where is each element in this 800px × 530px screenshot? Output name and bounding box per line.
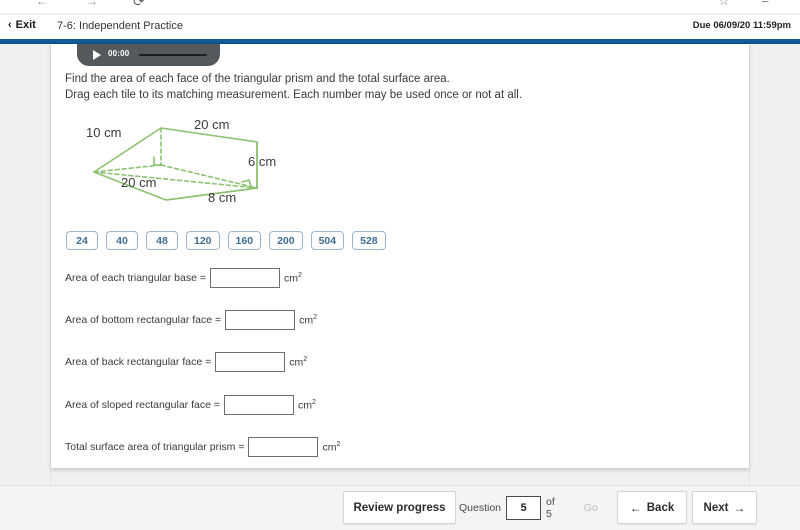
answer-unit: cm2: [297, 398, 316, 412]
chevron-left-icon: ‹: [8, 18, 12, 31]
right-rail: [749, 44, 800, 485]
back-button[interactable]: ← Back: [617, 491, 687, 524]
exit-label: Exit: [15, 19, 36, 31]
figure-label-base: 8 cm: [208, 190, 237, 205]
figure-label-height: 6 cm: [248, 154, 277, 169]
answer-label: Total surface area of triangular prism =: [65, 441, 245, 453]
extensions-icon[interactable]: ⎯: [762, 0, 769, 12]
question-number-input[interactable]: [506, 495, 542, 520]
video-timestamp: 00:00: [108, 49, 130, 58]
answer-drop-target[interactable]: [209, 268, 280, 288]
arrow-right-icon: →: [733, 500, 746, 515]
answer-unit: cm2: [299, 313, 318, 327]
answer-drop-target[interactable]: [225, 310, 296, 330]
answer-unit: cm2: [289, 355, 308, 369]
answer-label: Area of each triangular base =: [65, 272, 206, 284]
answer-drop-target[interactable]: [223, 395, 294, 415]
arrow-left-icon: ←: [629, 500, 642, 515]
figure-label-bottom-length: 20 cm: [121, 175, 157, 190]
go-button[interactable]: Go: [570, 494, 611, 521]
assignment-header: ‹ Exit 7-6: Independent Practice Due 06/…: [0, 15, 800, 40]
answer-label: Area of back rectangular face =: [65, 356, 212, 368]
instruction-line-1: Find the area of each face of the triang…: [65, 73, 450, 85]
figure-label-slant-left: 10 cm: [86, 125, 122, 140]
answer-unit: cm2: [283, 271, 302, 285]
bookmark-star-icon[interactable]: ☆: [718, 0, 730, 12]
number-tile[interactable]: 40: [106, 231, 138, 250]
question-label: Question: [459, 501, 502, 514]
instruction-line-2: Drag each tile to its matching measureme…: [65, 89, 523, 101]
answer-row: Area of bottom rectangular face = cm2: [65, 310, 317, 330]
answer-row: Area of sloped rectangular face = cm2: [65, 395, 316, 415]
number-tile[interactable]: 120: [186, 231, 220, 250]
answer-row: Total surface area of triangular prism =…: [65, 437, 340, 457]
answer-drop-target[interactable]: [248, 437, 319, 457]
next-button[interactable]: Next →: [692, 491, 757, 524]
answer-unit: cm2: [322, 440, 341, 454]
number-tile[interactable]: 160: [227, 231, 262, 250]
question-total-label: of 5: [546, 495, 555, 520]
bottom-navigation-bar: Review progress Question of 5 Go ← Back …: [0, 485, 800, 530]
back-arrow-icon[interactable]: ←: [36, 0, 48, 12]
next-label: Next: [703, 501, 729, 514]
answer-label: Area of bottom rectangular face =: [65, 314, 222, 326]
number-tile[interactable]: 528: [352, 231, 386, 250]
question-card: 00:00 Find the area of each face of the …: [51, 44, 749, 468]
browser-chrome: ← → ⟳ ☆ ⎯: [0, 0, 800, 15]
left-rail: [0, 44, 51, 485]
exit-button[interactable]: ‹ Exit: [8, 19, 36, 31]
triangular-prism-figure: 10 cm 20 cm 20 cm 6 cm 8 cm: [61, 110, 361, 214]
video-player-controls[interactable]: 00:00: [77, 44, 220, 66]
question-navigator: Question of 5 Go: [459, 491, 611, 524]
answer-label: Area of sloped rectangular face =: [65, 399, 220, 411]
answer-drop-target[interactable]: [215, 352, 286, 372]
figure-label-top-length: 20 cm: [194, 117, 230, 132]
assignment-title: 7-6: Independent Practice: [57, 20, 183, 32]
number-tile[interactable]: 504: [310, 231, 345, 250]
reload-icon[interactable]: ⟳: [133, 0, 145, 12]
number-tile[interactable]: 24: [66, 231, 98, 250]
browser-toolbar: ← → ⟳ ☆ ⎯: [0, 0, 800, 12]
number-tile[interactable]: 48: [146, 231, 178, 250]
back-label: Back: [646, 501, 675, 514]
forward-arrow-icon[interactable]: →: [86, 0, 98, 12]
number-tile[interactable]: 200: [269, 231, 303, 250]
review-progress-button[interactable]: Review progress: [343, 491, 456, 524]
answer-row: Area of back rectangular face = cm2: [65, 352, 307, 372]
answer-row: Area of each triangular base = cm2: [65, 268, 302, 288]
play-icon[interactable]: [93, 50, 101, 60]
due-date: Due 06/09/20 11:59pm: [692, 20, 791, 31]
video-progress-track[interactable]: [139, 54, 207, 56]
number-tile-tray: 24 40 48 120 160 200 504 528: [66, 231, 386, 250]
